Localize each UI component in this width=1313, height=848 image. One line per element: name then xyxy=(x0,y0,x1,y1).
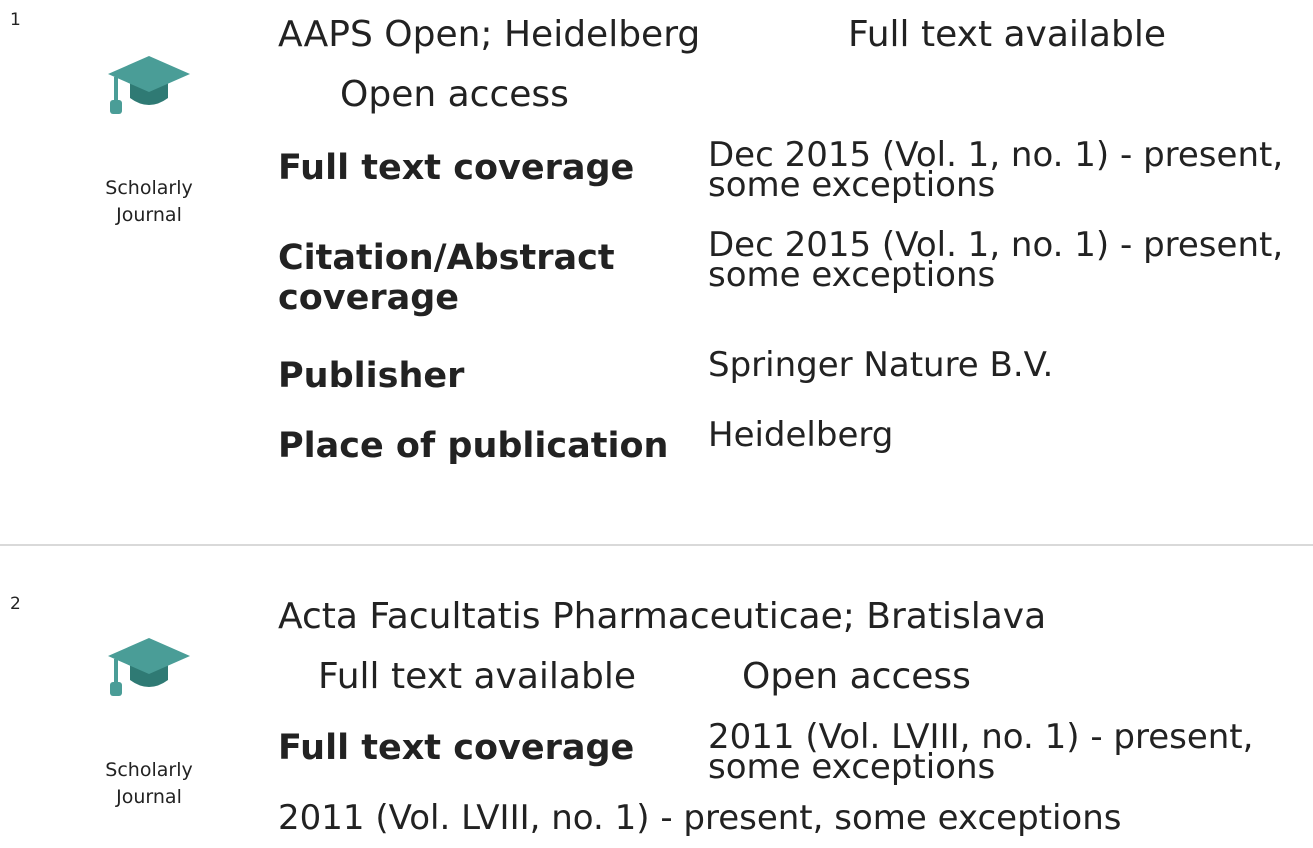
result-index: 1 xyxy=(10,10,21,30)
full-text-available-badge: Full text available xyxy=(848,14,1166,55)
publication-title-link[interactable]: Acta Facultatis Pharmaceuticae; Bratisla… xyxy=(278,596,1046,637)
field-label-full-text-coverage: Full text coverage xyxy=(278,728,635,768)
graduation-cap-icon xyxy=(108,638,190,696)
field-label-publisher: Publisher xyxy=(278,356,465,396)
coverage-text: 2011 (Vol. LVIII, no. 1) - present, some… xyxy=(278,798,1122,838)
field-value-place-of-publication: Heidelberg xyxy=(708,415,894,455)
result-item-2: 2 Scholarly Journal Acta Facultatis Phar… xyxy=(0,546,1313,848)
field-label-citation-abstract-coverage: Citation/Abstract coverage xyxy=(278,238,615,318)
field-value-citation-abstract-coverage: Dec 2015 (Vol. 1, no. 1) - present, some… xyxy=(708,225,1284,295)
field-value-full-text-coverage: 2011 (Vol. LVIII, no. 1) - present, some… xyxy=(708,717,1254,787)
publication-title-link[interactable]: AAPS Open; Heidelberg xyxy=(278,14,700,55)
field-label-full-text-coverage: Full text coverage xyxy=(278,148,635,188)
source-type-label: Scholarly Journal xyxy=(105,759,193,808)
full-text-available-badge: Full text available xyxy=(318,656,636,697)
graduation-cap-icon xyxy=(108,56,190,114)
result-index: 2 xyxy=(10,594,21,614)
result-item-1: 1 Scholarly Journal AAPS Open; Heidelber… xyxy=(0,0,1313,545)
open-access-badge: Open access xyxy=(742,656,971,697)
source-type-label: Scholarly Journal xyxy=(105,177,193,226)
field-value-publisher: Springer Nature B.V. xyxy=(708,345,1054,385)
field-value-full-text-coverage: Dec 2015 (Vol. 1, no. 1) - present, some… xyxy=(708,135,1284,205)
field-label-place-of-publication: Place of publication xyxy=(278,426,669,466)
open-access-badge: Open access xyxy=(340,74,569,115)
